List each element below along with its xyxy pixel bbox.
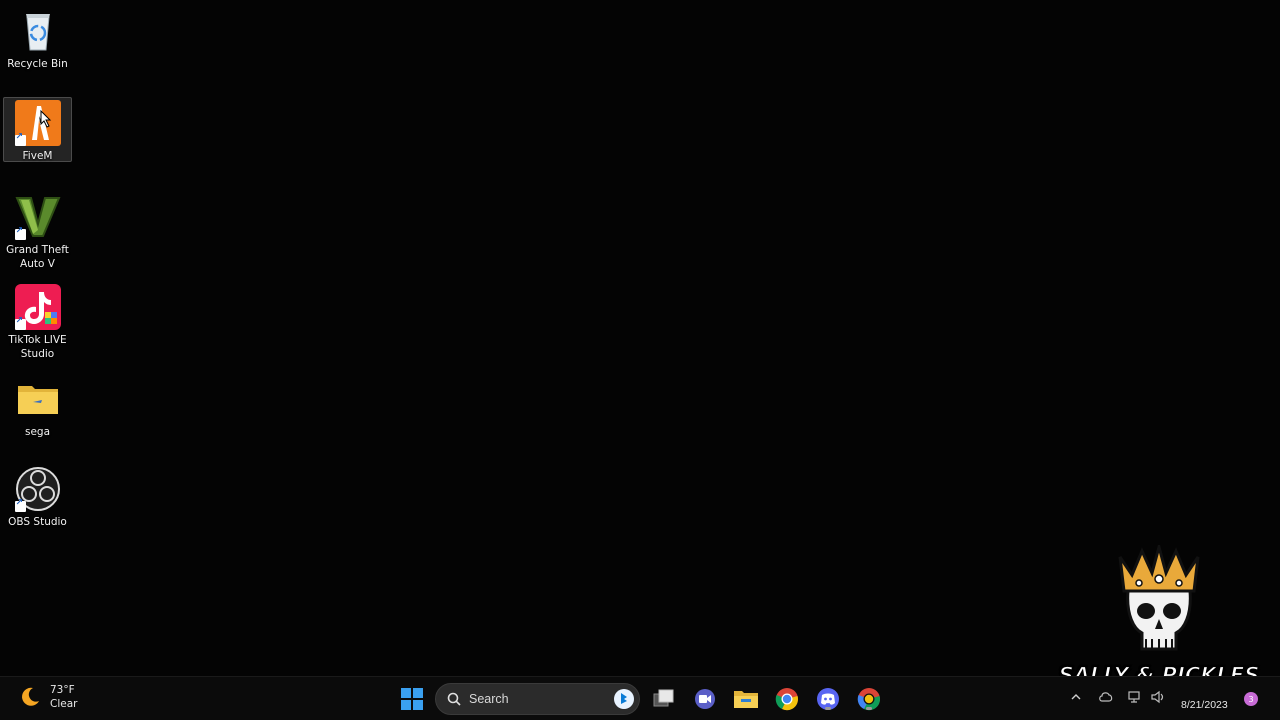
tiktok-live-studio-icon [14,284,61,330]
file-explorer-icon [734,691,758,708]
running-indicator [825,707,831,710]
weather-widget[interactable]: 73°F Clear [18,683,77,711]
desktop-icon-label: OBS Studio [8,516,67,528]
shortcut-arrow-icon [14,226,26,240]
shortcut-arrow-icon [14,316,26,330]
taskbar-clock-date[interactable]: 8/21/2023 [1181,699,1228,711]
chrome-button[interactable] [773,685,801,713]
start-icon [401,688,423,710]
desktop-icon-label: Grand Theft Auto V [6,244,69,270]
desktop-icon-gta-v[interactable]: Grand Theft Auto V [3,190,72,270]
crowned-skull-logo-icon [1118,545,1200,651]
moon-icon [18,685,42,709]
fivem-icon [14,100,61,146]
chevron-up-icon[interactable] [1070,691,1082,703]
obs-studio-icon [14,466,61,512]
folder-icon [15,376,61,422]
discord-button[interactable] [814,685,842,713]
weather-condition: Clear [50,698,78,710]
desktop-icon-sega[interactable]: sega [3,372,72,438]
task-view-button[interactable] [650,685,678,713]
search-placeholder: Search [469,692,509,706]
chrome-alt-button[interactable] [855,685,883,713]
cloud-sync-icon[interactable] [1098,690,1114,704]
desktop: Recycle Bin FiveM Grand Theft Auto V [0,0,1280,688]
start-button[interactable] [398,685,426,713]
search-icon [447,692,461,706]
bing-chat-icon[interactable] [613,688,635,710]
teams-meet-icon [695,689,715,709]
shortcut-arrow-icon [14,498,26,512]
taskbar-search-box[interactable]: Search [435,683,640,715]
notification-badge-icon[interactable]: 3 [1243,691,1259,707]
desktop-icon-label: sega [24,426,51,438]
volume-icon[interactable] [1150,690,1166,704]
running-indicator [866,707,872,710]
desktop-icon-recycle-bin[interactable]: Recycle Bin [3,4,72,74]
taskbar: 73°F Clear Search 8/21/2023 3 [0,676,1280,720]
weather-temperature: 73°F [50,684,75,696]
desktop-icon-tiktok-live-studio[interactable]: TikTok LIVE Studio [3,280,72,360]
teams-meet-button[interactable] [691,685,719,713]
chrome-icon [775,688,798,711]
recycle-bin-icon [15,8,61,54]
desktop-icon-fivem[interactable]: FiveM [3,97,72,162]
desktop-icon-label: FiveM [22,150,53,162]
task-view-icon [653,689,674,707]
file-explorer-button[interactable] [732,685,760,713]
desktop-icon-obs-studio[interactable]: OBS Studio [3,462,72,530]
desktop-icon-label: Recycle Bin [7,58,68,70]
network-icon[interactable] [1127,690,1141,704]
gta-v-icon [14,194,61,240]
mouse-cursor-icon [40,110,52,128]
svg-text:3: 3 [1248,695,1253,704]
desktop-icon-label: TikTok LIVE Studio [8,334,67,360]
shortcut-arrow-icon [14,132,26,146]
